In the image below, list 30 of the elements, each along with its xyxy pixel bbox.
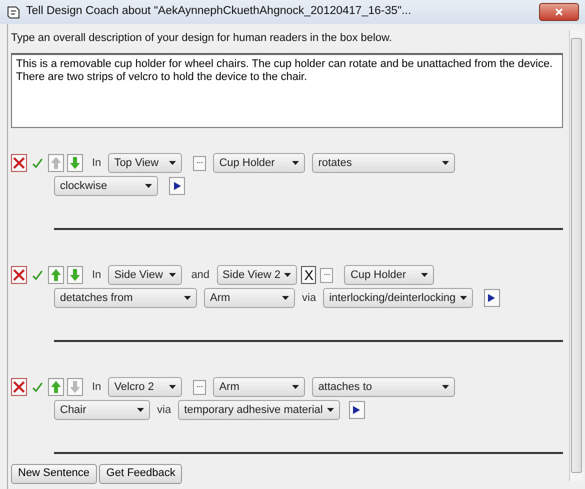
connector-word: In	[91, 380, 102, 395]
dropdown[interactable]: detatches from	[54, 288, 197, 308]
ellipsis-button[interactable]: ...	[320, 268, 334, 282]
dropdown[interactable]: clockwise	[54, 176, 158, 196]
dropdown[interactable]: Cup Holder	[213, 153, 306, 173]
dropdown[interactable]: attaches to	[312, 377, 456, 397]
dropdown[interactable]: Arm	[204, 288, 295, 308]
dropdown[interactable]: Arm	[213, 377, 306, 397]
ellipsis-button[interactable]: ...	[193, 156, 206, 170]
connector-word: In	[91, 156, 102, 171]
remove-button[interactable]: X	[301, 266, 316, 284]
dropdown[interactable]: Side View 2	[216, 265, 298, 285]
connector-word: In	[91, 268, 102, 283]
action-button[interactable]: New Sentence	[11, 464, 97, 484]
window-title: Tell Design Coach about "AekAynnephCkuethAhgnock_20120417_16-35"...	[26, 4, 412, 20]
dropdown[interactable]: Side View	[108, 265, 182, 285]
dropdown[interactable]: rotates	[312, 153, 456, 173]
connector-word: via	[156, 402, 172, 418]
dropdown[interactable]: Cup Holder	[344, 265, 434, 285]
dropdown[interactable]: temporary adhesive material	[178, 400, 340, 420]
action-button[interactable]: Get Feedback	[99, 464, 182, 484]
dropdown[interactable]: Top View	[108, 153, 182, 173]
connector-word: and	[190, 268, 211, 283]
connector-word: via	[301, 290, 318, 306]
ellipsis-button[interactable]: ...	[193, 380, 206, 394]
dropdown[interactable]: interlocking/deinterlocking	[323, 288, 473, 308]
dropdown[interactable]: Velcro 2	[108, 377, 182, 397]
dropdown[interactable]: Chair	[54, 400, 150, 420]
instruction-text: Type an overall description of your design for human readers in the box below.	[11, 31, 393, 46]
description-field[interactable]: This is a removable cup holder for wheel chairs. The cup holder can rotate and be unattached from the device. There are two strips of velcro to hold the device to the chair.	[11, 52, 563, 128]
